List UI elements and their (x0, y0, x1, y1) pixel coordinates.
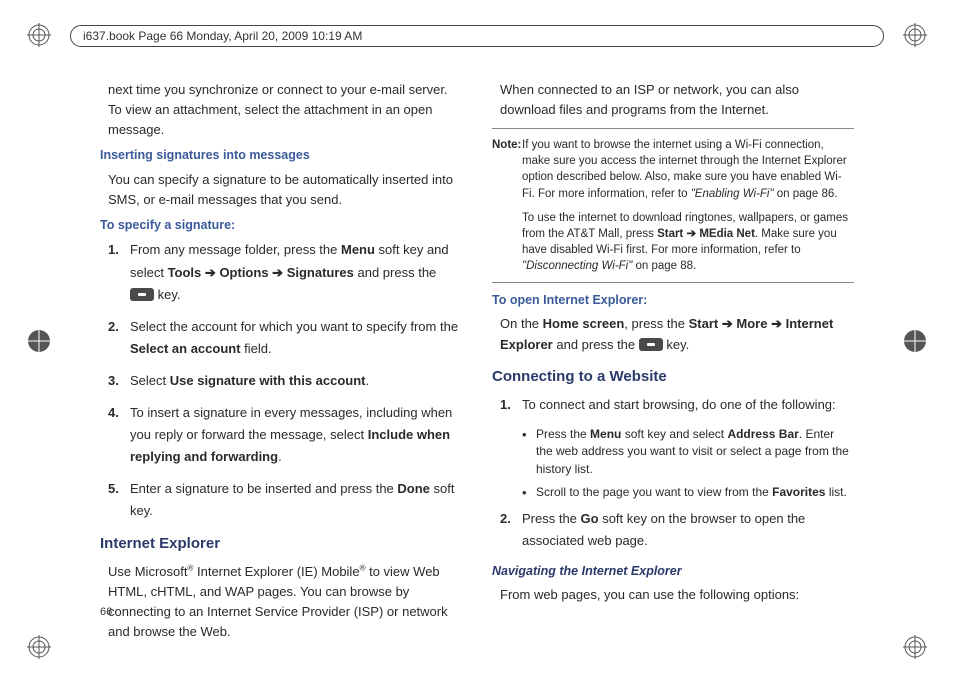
connect-steps: 1. To connect and start browsing, do one… (492, 394, 854, 416)
signature-steps: 1. From any message folder, press the Me… (100, 239, 462, 522)
step-1: 1. From any message folder, press the Me… (130, 239, 462, 305)
registration-mark-icon (26, 634, 52, 660)
heading-inserting-signatures: Inserting signatures into messages (100, 146, 462, 165)
sig-desc: You can specify a signature to be automa… (100, 170, 462, 210)
connect-steps-2: 2. Press the Go soft key on the browser … (492, 508, 854, 552)
divider (492, 282, 854, 283)
connect-step-1: 1. To connect and start browsing, do one… (522, 394, 854, 416)
step-5: 5. Enter a signature to be inserted and … (130, 478, 462, 522)
registration-mark-icon (902, 22, 928, 48)
ie-desc: Use Microsoft® Internet Explorer (IE) Mo… (100, 562, 462, 643)
registration-mark-icon (902, 328, 928, 354)
ok-key-icon (130, 288, 154, 301)
registration-mark-icon (26, 328, 52, 354)
divider (492, 128, 854, 129)
note-block-1: Note: If you want to browse the internet… (492, 137, 854, 201)
step-2: 2. Select the account for which you want… (130, 316, 462, 360)
step-4: 4. To insert a signature in every messag… (130, 402, 462, 468)
connect-step-2: 2. Press the Go soft key on the browser … (522, 508, 854, 552)
page-number: 66 (100, 606, 112, 618)
heading-connecting-website: Connecting to a Website (492, 365, 854, 388)
heading-specify-signature: To specify a signature: (100, 216, 462, 235)
ok-key-icon (639, 338, 663, 351)
page-content: next time you synchronize or connect to … (100, 80, 854, 632)
doc-header-text: i637.book Page 66 Monday, April 20, 2009… (83, 29, 362, 43)
bullet-favorites: Scroll to the page you want to view from… (536, 484, 854, 501)
open-ie-steps: On the Home screen, press the Start ➔ Mo… (492, 314, 854, 354)
heading-open-ie: To open Internet Explorer: (492, 291, 854, 310)
heading-navigating-ie: Navigating the Internet Explorer (492, 562, 854, 581)
doc-header-bar: i637.book Page 66 Monday, April 20, 2009… (70, 25, 884, 47)
right-column: When connected to an ISP or network, you… (492, 80, 854, 632)
registration-mark-icon (26, 22, 52, 48)
connect-bullets: Press the Menu soft key and select Addre… (492, 426, 854, 502)
note-block-2: To use the internet to download ringtone… (492, 210, 854, 274)
right-intro: When connected to an ISP or network, you… (492, 80, 854, 120)
step-3: 3. Select Use signature with this accoun… (130, 370, 462, 392)
left-column: next time you synchronize or connect to … (100, 80, 462, 632)
intro-text: next time you synchronize or connect to … (100, 80, 462, 140)
bullet-address-bar: Press the Menu soft key and select Addre… (536, 426, 854, 478)
nav-desc: From web pages, you can use the followin… (492, 585, 854, 605)
registration-mark-icon (902, 634, 928, 660)
heading-internet-explorer: Internet Explorer (100, 532, 462, 555)
